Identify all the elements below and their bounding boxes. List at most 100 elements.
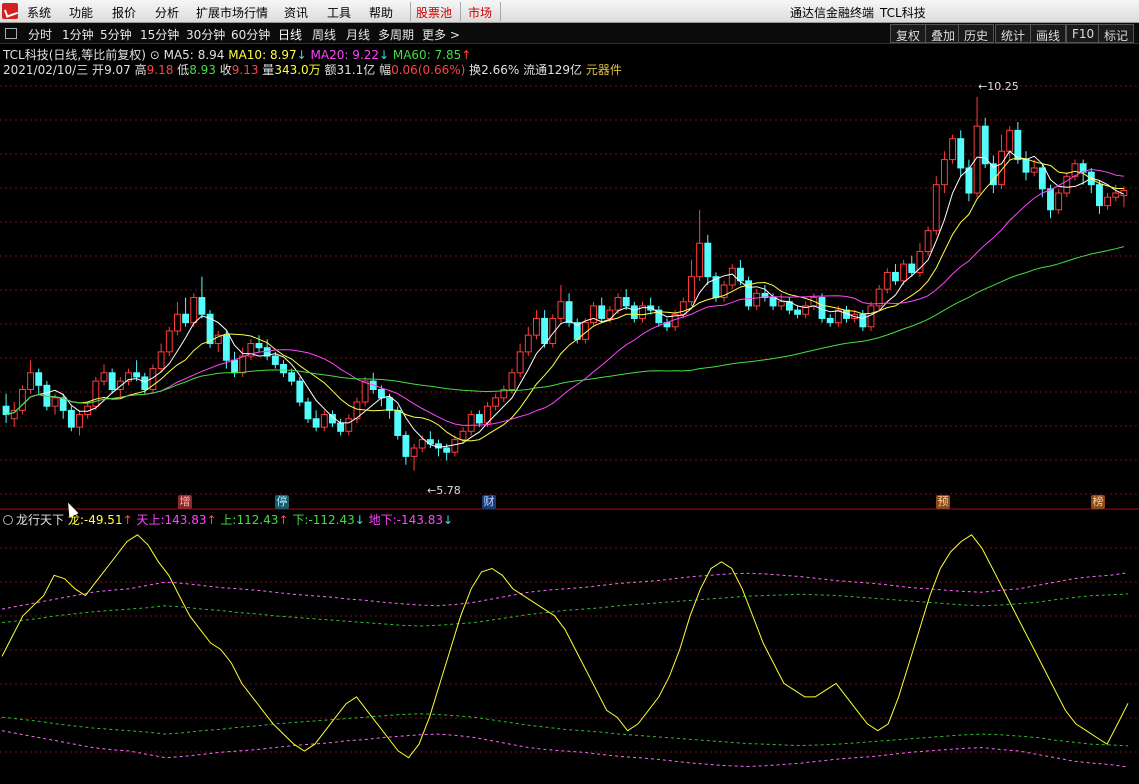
menu-separator xyxy=(500,2,501,21)
event-marker-increase[interactable]: 增 xyxy=(178,495,192,509)
candle-up xyxy=(924,230,932,253)
float-label: 流通 xyxy=(523,63,548,77)
period-1min[interactable]: 1分钟 xyxy=(62,26,94,43)
candle-down xyxy=(377,389,385,399)
long-up-icon: ↑ xyxy=(122,513,133,527)
menu-market[interactable]: 市场 xyxy=(468,4,492,21)
candle-down xyxy=(826,317,834,324)
moving-average-lines xyxy=(5,150,1125,448)
candle-up xyxy=(508,372,516,390)
menu-analysis[interactable]: 分析 xyxy=(155,4,179,21)
menu-bar: 系统 功能 报价 分析 扩展市场行情 资讯 工具 帮助 股票池 市场 通达信金融… xyxy=(0,0,1139,23)
period-15min[interactable]: 15分钟 xyxy=(140,26,179,43)
menu-tools[interactable]: 工具 xyxy=(327,4,351,21)
menu-system[interactable]: 系统 xyxy=(27,4,51,21)
candlestick-series[interactable] xyxy=(2,96,1128,471)
open-value: 9.07 xyxy=(104,63,131,77)
candle-up xyxy=(590,305,597,324)
chart-mode: (日线,等比前复权) xyxy=(48,48,146,62)
event-marker-finance[interactable]: 财 xyxy=(482,495,496,509)
candle-down xyxy=(386,397,394,411)
candle-up xyxy=(533,317,540,336)
candle-up xyxy=(557,301,565,319)
adjust-button[interactable]: 复权 xyxy=(890,24,927,43)
kline-chart[interactable] xyxy=(0,46,1139,784)
history-button[interactable]: 历史 xyxy=(958,24,995,43)
candle-down xyxy=(908,263,916,273)
candle-down xyxy=(1014,129,1022,161)
menu-quote[interactable]: 报价 xyxy=(112,4,136,21)
indicator-settings-icon[interactable] xyxy=(3,515,13,525)
period-tick[interactable]: 分时 xyxy=(28,26,52,43)
overlay-button[interactable]: 叠加 xyxy=(925,24,962,43)
menu-help[interactable]: 帮助 xyxy=(369,4,393,21)
sky-up-icon: ↑ xyxy=(206,513,217,527)
candle-up xyxy=(345,418,353,432)
period-monthly[interactable]: 月线 xyxy=(346,26,370,43)
stats-button[interactable]: 统计 xyxy=(995,24,1032,43)
up-band-line xyxy=(1,593,1129,627)
menu-function[interactable]: 功能 xyxy=(69,4,93,21)
period-daily[interactable]: 日线 xyxy=(278,26,302,43)
change-label: 幅 xyxy=(379,63,392,77)
high-label: 高 xyxy=(134,63,147,77)
candle-up xyxy=(1030,167,1038,173)
candle-down xyxy=(622,297,630,307)
ma20-label: MA20: xyxy=(310,48,349,62)
mark-button[interactable]: 标记 xyxy=(1098,24,1135,43)
candle-down xyxy=(402,434,410,457)
candle-down xyxy=(565,301,573,324)
candle-down xyxy=(67,409,75,428)
candle-up xyxy=(361,380,369,403)
period-5min[interactable]: 5分钟 xyxy=(100,26,132,43)
volume-label: 量 xyxy=(262,63,275,77)
candle-down xyxy=(288,372,296,382)
indicator-bands xyxy=(1,572,1129,768)
quote-info-bar: 2021/02/10/三 开9.07 高9.18 低8.93 收9.13 量34… xyxy=(3,61,622,78)
ma5-value: 8.94 xyxy=(197,48,225,62)
period-more[interactable]: 更多 > xyxy=(422,26,460,43)
candle-up xyxy=(679,301,687,315)
menu-extended-market[interactable]: 扩展市场行情 xyxy=(196,4,268,21)
window-stock-title: TCL科技 xyxy=(880,6,926,20)
period-multi[interactable]: 多周期 xyxy=(378,26,414,43)
ma-settings-icon[interactable]: ⊙ xyxy=(150,48,160,62)
ma60-label: MA60: xyxy=(392,48,431,62)
candle-down xyxy=(271,355,279,365)
quote-date: 2021/02/10/三 xyxy=(3,63,89,77)
candle-up xyxy=(1063,175,1071,194)
candle-down xyxy=(630,305,638,319)
candle-down xyxy=(231,359,238,374)
candle-down xyxy=(59,397,67,411)
candle-down xyxy=(859,313,867,328)
menu-news[interactable]: 资讯 xyxy=(284,4,308,21)
panel-toggle-icon[interactable] xyxy=(5,28,17,39)
candle-down xyxy=(598,305,606,319)
candle-down xyxy=(182,313,190,324)
event-marker-billboard[interactable]: 榜 xyxy=(1091,495,1105,509)
candle-up xyxy=(900,263,908,282)
period-60min[interactable]: 60分钟 xyxy=(231,26,270,43)
event-marker-suspend[interactable]: 停 xyxy=(275,495,289,509)
event-marker-forecast[interactable]: 预 xyxy=(936,495,950,509)
candle-down xyxy=(794,309,801,315)
open-label: 开 xyxy=(92,63,105,77)
f10-button[interactable]: F10 xyxy=(1066,24,1101,43)
candle-up xyxy=(92,380,100,407)
low-price-marker: ←5.78 xyxy=(427,484,461,497)
candle-down xyxy=(965,167,973,194)
candle-up xyxy=(777,301,785,307)
candle-up xyxy=(76,414,83,428)
period-30min[interactable]: 30分钟 xyxy=(186,26,225,43)
indicator-name[interactable]: 龙行天下 xyxy=(16,513,64,527)
period-weekly[interactable]: 周线 xyxy=(312,26,336,43)
candle-down xyxy=(736,267,744,282)
sector-label[interactable]: 元器件 xyxy=(586,63,622,77)
candle-up xyxy=(524,334,532,353)
menu-stock-pool[interactable]: 股票池 xyxy=(416,4,452,21)
app-title: 通达信金融终端 xyxy=(790,6,875,20)
candle-up xyxy=(410,447,418,457)
app-logo-icon[interactable] xyxy=(2,3,18,19)
candle-down xyxy=(337,422,345,432)
draw-button[interactable]: 画线 xyxy=(1030,24,1067,43)
